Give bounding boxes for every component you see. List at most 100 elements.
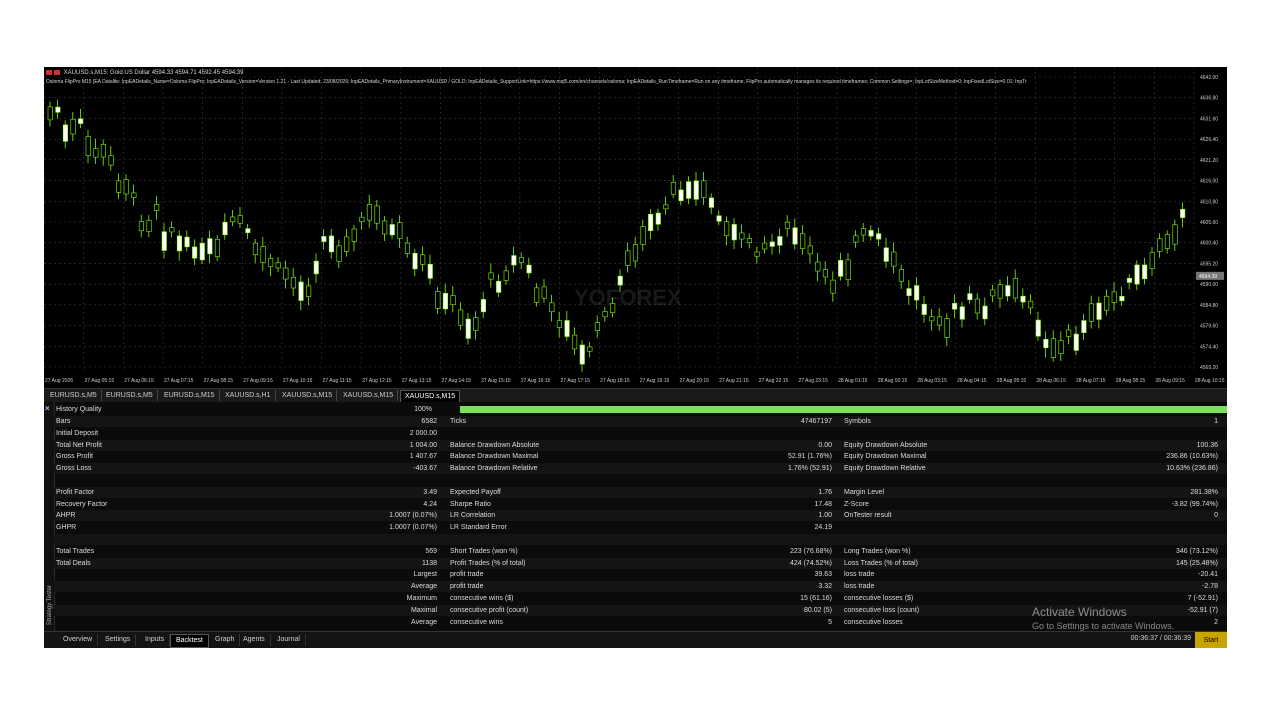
report-value: 0.00 [818,441,832,449]
candle [207,238,213,255]
history-quality-label: History Quality [56,406,102,413]
price-axis-label: 4584.80 [1200,303,1218,309]
candle [936,316,943,326]
candle [822,269,829,278]
report-label: consecutive losses [844,618,903,626]
candle [952,303,958,310]
candle [1134,264,1140,285]
report-label: Balance Drawdown Maximal [450,453,539,461]
bottom-tab[interactable]: Graph [210,634,241,646]
report-value: 1 [1214,418,1218,425]
report-value: -3.82 (99.74%) [1171,500,1218,508]
candle [268,258,274,267]
time-axis-label: 28 Aug 02:15 [878,378,908,384]
candle [1028,300,1034,309]
candle [594,322,601,331]
bottom-tab[interactable]: Settings [100,634,137,646]
report-label: Profit Trades (% of total) [450,559,526,567]
report-label: Total Deals [56,559,91,567]
candle [663,204,669,210]
candle [389,224,395,236]
candle [724,221,730,237]
candle [465,318,471,339]
activate-windows-subtitle: Go to Settings to activate Windows. [1032,621,1175,631]
time-axis-label: 27 Aug 08:15 [204,378,234,384]
candle [982,305,988,320]
candle [1104,295,1110,311]
time-axis-label: 27 Aug 19:15 [640,378,670,384]
time-axis-label: 27 Aug 20:15 [679,378,709,384]
bottom-tabs: 00:36:37 / 00:36:39 Start Overview Settin… [44,631,1227,648]
report-label: Initial Deposit [56,429,99,437]
candle [830,279,836,294]
candle [1119,296,1125,302]
chart-tab[interactable]: EURUSD.s,M5 [102,390,158,401]
report-label: Maximal [410,606,437,614]
report-row: Profit Factor 3.49 Expected Payoff 1.76 Marg… [54,486,1227,498]
time-axis-label: 28 Aug 10:15 [1195,378,1225,384]
price-axis-label: 4605.60 [1200,220,1218,226]
chart-tab[interactable]: XAUUSD.s,H1 [221,390,276,401]
chart-tab[interactable]: XAUUSD.s,M15 [400,390,461,402]
candle [359,216,365,223]
candle [1066,329,1072,337]
candle [769,241,775,247]
report-value: 1.0007 (0.07%) [389,512,437,520]
close-icon[interactable]: × [45,404,50,413]
candle [420,254,426,265]
price-axis-label: 4569.20 [1200,365,1218,371]
candle [1126,277,1132,283]
bottom-tab[interactable]: Backtest [170,634,209,648]
candle [640,226,646,245]
report-row: AHPR 1.0007 (0.07%) LR Correlation 1.00 OnTe… [54,510,1227,522]
candle [579,344,585,365]
bottom-tab[interactable]: Inputs [140,634,171,646]
chart-tab[interactable]: EURUSD.s,M15 [160,390,220,401]
price-axis-label: 4642.00 [1200,75,1218,81]
candle [914,285,920,301]
report-label: Gross Loss [56,465,92,473]
elapsed-timer: 00:36:37 / 00:36:39 [1130,635,1191,642]
candle [929,316,935,322]
strategy-tester-window: 4642.00 4636.80 4631.60 4626.40 4621.20 4616.… [44,67,1227,648]
time-axis-label: 28 Aug 05:15 [997,378,1027,384]
report-value: 1.76 [818,488,832,496]
time-axis-label: 27 Aug 23:15 [798,378,828,384]
report-label: LR Standard Error [450,524,507,532]
start-button[interactable]: Start [1195,632,1227,648]
candle [169,227,175,233]
candle [412,252,418,270]
candle [222,221,228,236]
candle [693,180,699,200]
report-value: -20.41 [1198,571,1218,579]
candle [792,227,798,245]
candle [427,263,433,279]
candle [632,244,639,262]
report-value: 1.76% (52.91) [788,465,832,473]
report-row: Bars 6582 Ticks 47467197 Symbols 1 [54,416,1227,427]
candle [480,299,487,313]
report-value: 0 [1214,512,1218,520]
bottom-tab[interactable]: Overview [58,634,99,646]
report-value: 1 407.67 [409,453,437,461]
price-axis-label: 4600.40 [1200,241,1218,247]
chart-tab[interactable]: XAUUSD.s,M15 [278,390,338,401]
report-value: 569 [425,547,437,555]
chart-tab[interactable]: EURUSD.s,M5 [46,390,102,401]
price-chart[interactable]: 4642.00 4636.80 4631.60 4626.40 4621.20 4616.… [44,67,1227,387]
report-value: 3.32 [818,583,832,591]
chart-tab[interactable]: XAUUSD.s,M15 [339,390,399,401]
ea-description: Osloma FlipPro M15 [EA Datalite: InpEADe… [46,79,1027,85]
bottom-tab[interactable]: Journal [272,634,306,646]
report-label: GHPR [56,524,77,532]
report-label: consecutive losses ($) [844,595,914,602]
price-axis-label: 4610.80 [1200,199,1218,205]
candle [564,320,570,337]
candle [777,236,783,246]
candle [1096,302,1102,320]
history-quality-bar [460,406,1227,413]
candle [184,236,190,248]
price-axis-label: 4631.60 [1200,116,1218,122]
bottom-tab[interactable]: Agents [238,634,271,646]
candle [1164,234,1170,249]
